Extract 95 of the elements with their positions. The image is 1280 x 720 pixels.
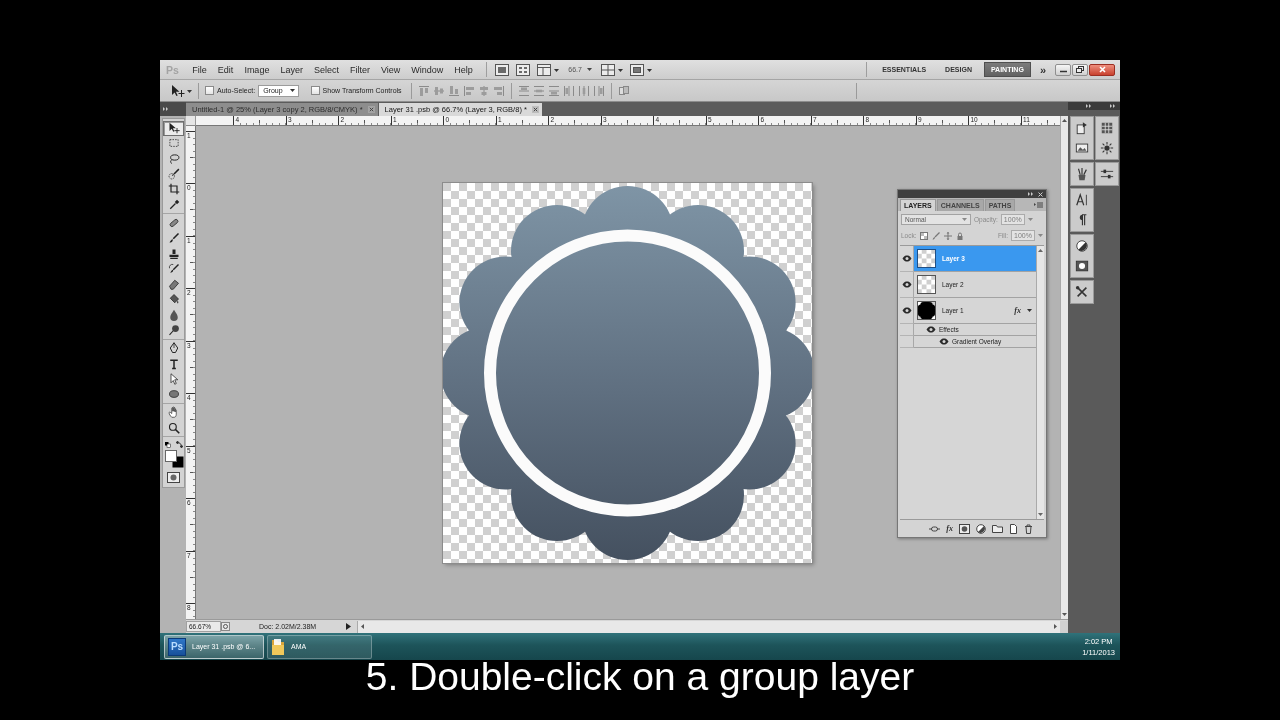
double-chevron-icon[interactable]	[1028, 192, 1034, 196]
menu-item[interactable]: Filter	[344, 64, 376, 75]
folder-icon[interactable]	[992, 524, 1003, 533]
menu-item[interactable]: Image	[238, 64, 275, 75]
expand-caret-icon[interactable]	[1027, 308, 1032, 313]
character-style-icon[interactable]	[1075, 193, 1089, 207]
caret-icon[interactable]	[586, 68, 592, 71]
eraser-icon	[167, 278, 180, 291]
new-page-icon[interactable]	[1009, 523, 1018, 534]
brush-selection-icon	[167, 168, 180, 181]
crop-icon	[167, 183, 180, 196]
eyedropper-icon	[167, 198, 180, 211]
vertical-scrollbar[interactable]	[1060, 116, 1068, 619]
paint-bucket-icon	[167, 293, 180, 306]
effects-button[interactable]: fx	[946, 524, 953, 533]
padlock-icon[interactable]	[955, 231, 964, 240]
restore-button[interactable]	[1072, 63, 1088, 76]
menu-item[interactable]: Window	[405, 64, 449, 75]
lasso-icon	[167, 152, 180, 165]
link-icon[interactable]	[929, 524, 941, 533]
brush-icon	[167, 232, 180, 245]
move-arrow-icon	[167, 122, 180, 135]
menu-item[interactable]: File	[186, 64, 213, 75]
lollipop-icon	[167, 324, 180, 336]
framed-grid-icon[interactable]	[516, 63, 531, 76]
half-circle-icon[interactable]	[1075, 239, 1089, 253]
hand-icon	[167, 406, 180, 419]
status-info-icon[interactable]	[221, 622, 230, 631]
brush-lock-icon[interactable]	[931, 231, 940, 240]
magnifier-icon	[167, 421, 180, 434]
close-icon[interactable]	[531, 106, 539, 113]
auto-align-icon[interactable]	[617, 84, 630, 97]
sliders-icon[interactable]	[1100, 167, 1114, 181]
picture-icon[interactable]	[1075, 141, 1089, 155]
pen-nib-icon	[167, 342, 180, 355]
menu-item[interactable]: Edit	[212, 64, 239, 75]
fx-label: fx	[1014, 306, 1021, 315]
eye-icon[interactable]	[926, 326, 936, 333]
menu-item[interactable]: Select	[308, 64, 345, 75]
history-brush-icon	[167, 262, 180, 275]
move-tool-preset-icon[interactable]	[170, 83, 192, 98]
sun-icon[interactable]	[1100, 141, 1114, 155]
layer-thumbnail	[917, 275, 936, 294]
caret-icon[interactable]	[289, 89, 295, 92]
checker-lock-icon[interactable]	[919, 231, 928, 240]
type-icon	[167, 357, 180, 370]
tool-button[interactable]	[163, 120, 184, 136]
mask-icon[interactable]	[959, 523, 970, 534]
layer-thumbnail	[917, 249, 936, 268]
close-icon[interactable]	[367, 106, 375, 113]
quick-mask-icon[interactable]	[167, 472, 180, 484]
eye-icon[interactable]	[939, 338, 949, 345]
folder-icon	[271, 637, 285, 656]
minimize-button[interactable]	[1055, 63, 1071, 76]
auto-select-checkbox[interactable]	[205, 86, 214, 95]
menu-item[interactable]: Help	[448, 64, 479, 75]
stamp-icon	[167, 247, 180, 260]
left-arrow-icon	[361, 624, 365, 629]
double-chevron-icon	[163, 107, 169, 111]
crossed-tools-icon[interactable]	[1075, 285, 1089, 299]
dashed-rectangle-icon	[167, 137, 180, 150]
mask-icon[interactable]	[1075, 259, 1089, 273]
right-arrow-icon	[1054, 624, 1057, 629]
grid-icon[interactable]	[1100, 121, 1114, 135]
half-circle-icon[interactable]	[976, 523, 986, 534]
up-arrow-icon	[1038, 249, 1043, 252]
double-chevron-icon[interactable]	[1110, 104, 1116, 108]
trash-icon[interactable]	[1024, 523, 1033, 534]
framed-square-icon[interactable]	[495, 63, 510, 76]
close-icon	[1098, 66, 1106, 73]
color-swatches-icon[interactable]	[163, 441, 184, 470]
close-button[interactable]	[1089, 63, 1115, 76]
triangle-right-icon[interactable]	[346, 623, 352, 630]
brush-cup-icon[interactable]	[1075, 167, 1089, 181]
transform-controls-checkbox[interactable]	[310, 86, 320, 95]
down-arrow-icon	[1038, 513, 1043, 516]
eye-icon[interactable]	[901, 255, 912, 262]
drop-icon	[167, 308, 180, 321]
menu-item[interactable]: Layer	[274, 64, 309, 75]
eye-icon[interactable]	[901, 307, 912, 314]
eye-icon[interactable]	[901, 281, 912, 288]
document-arrow-icon[interactable]	[1075, 121, 1089, 135]
layout-dropdown-icon[interactable]	[537, 63, 560, 76]
layer-thumbnail	[917, 301, 936, 320]
app-badge: Ps	[168, 637, 186, 656]
restore-icon	[1076, 66, 1084, 73]
arrow-pointer-icon	[167, 372, 180, 385]
double-chevron-icon[interactable]	[1086, 104, 1092, 108]
grid-layout-dropdown-icon[interactable]	[600, 63, 623, 76]
screen-mode-dropdown-icon[interactable]	[629, 63, 652, 76]
menu-item[interactable]: View	[375, 64, 406, 75]
horizontal-scrollbar[interactable]	[357, 620, 1060, 633]
more-workspaces-button[interactable]: »	[1036, 63, 1049, 76]
ellipse-icon	[167, 388, 180, 401]
vertical-scrollbar[interactable]	[1036, 246, 1044, 519]
